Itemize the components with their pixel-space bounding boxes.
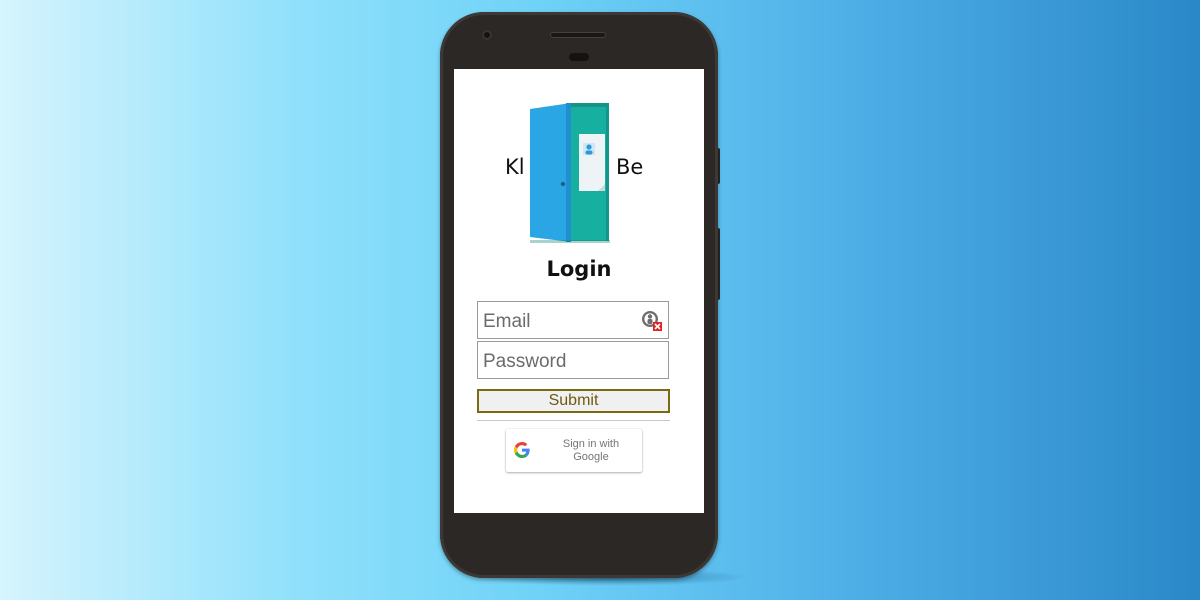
password-field[interactable]: Password bbox=[477, 341, 669, 379]
page-title: Login bbox=[546, 257, 612, 281]
app-screen: Kl Be Login Email Password Submit Sign i… bbox=[454, 69, 704, 513]
front-camera bbox=[482, 30, 492, 40]
google-sign-in-label: Sign in with Google bbox=[562, 438, 620, 463]
phone-frame: Kl Be Login Email Password Submit Sign i… bbox=[440, 12, 718, 578]
door-icon bbox=[530, 103, 610, 243]
logo-left-text: Kl bbox=[505, 155, 525, 179]
divider bbox=[477, 420, 670, 421]
password-placeholder: Password bbox=[483, 351, 567, 372]
earpiece-speaker bbox=[550, 32, 606, 38]
email-field[interactable]: Email bbox=[477, 301, 669, 339]
logo-right-text: Be bbox=[616, 155, 644, 179]
google-sign-in-button[interactable]: Sign in with Google bbox=[506, 429, 642, 472]
submit-button[interactable]: Submit bbox=[477, 389, 670, 413]
password-manager-icon[interactable] bbox=[641, 310, 663, 332]
google-icon bbox=[514, 442, 530, 458]
email-placeholder: Email bbox=[483, 311, 531, 332]
proximity-sensor bbox=[569, 53, 589, 61]
